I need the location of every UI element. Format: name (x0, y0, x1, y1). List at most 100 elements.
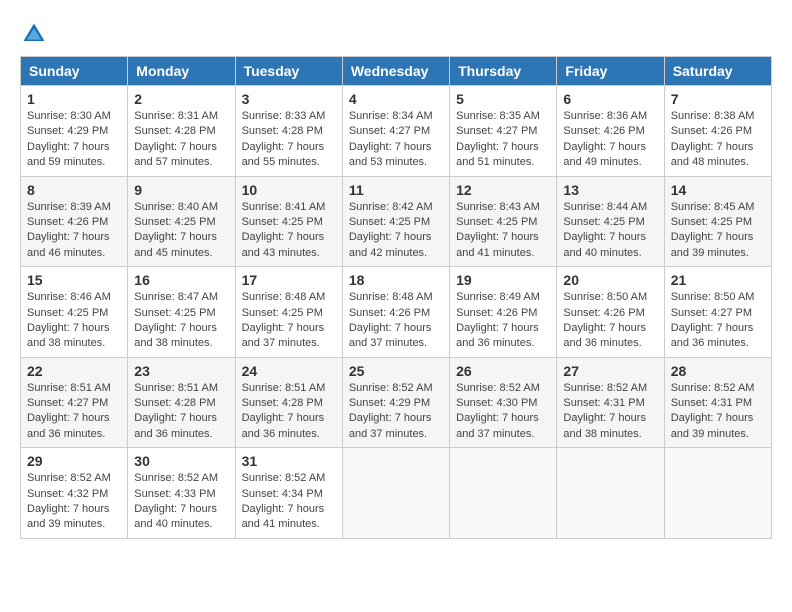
table-row: 16 Sunrise: 8:47 AMSunset: 4:25 PMDayligh… (128, 267, 235, 358)
day-number: 7 (671, 91, 765, 107)
table-row: 28 Sunrise: 8:52 AMSunset: 4:31 PMDayligh… (664, 357, 771, 448)
table-row: 7 Sunrise: 8:38 AMSunset: 4:26 PMDaylight… (664, 86, 771, 177)
day-number: 21 (671, 272, 765, 288)
day-number: 11 (349, 182, 443, 198)
table-row: 5 Sunrise: 8:35 AMSunset: 4:27 PMDaylight… (450, 86, 557, 177)
day-header-saturday: Saturday (664, 57, 771, 86)
day-number: 14 (671, 182, 765, 198)
day-number: 3 (242, 91, 336, 107)
logo-icon (20, 20, 48, 48)
table-row: 1Sunrise: 8:30 AMSunset: 4:29 PMDaylight… (21, 86, 128, 177)
calendar-week-row: 15 Sunrise: 8:46 AMSunset: 4:25 PMDayligh… (21, 267, 772, 358)
table-row: 2 Sunrise: 8:31 AMSunset: 4:28 PMDaylight… (128, 86, 235, 177)
calendar-week-row: 29 Sunrise: 8:52 AMSunset: 4:32 PMDayligh… (21, 448, 772, 539)
day-number: 10 (242, 182, 336, 198)
day-info: Sunrise: 8:47 AMSunset: 4:25 PMDaylight:… (134, 290, 228, 352)
table-row: 20 Sunrise: 8:50 AMSunset: 4:26 PMDayligh… (557, 267, 664, 358)
day-number: 16 (134, 272, 228, 288)
table-row: 9Sunrise: 8:40 AMSunset: 4:25 PMDaylight… (128, 176, 235, 267)
calendar: SundayMondayTuesdayWednesdayThursdayFrid… (20, 56, 772, 539)
table-row (450, 448, 557, 539)
day-info: Sunrise: 8:31 AMSunset: 4:28 PMDaylight:… (134, 109, 228, 171)
day-info: Sunrise: 8:52 AMSunset: 4:32 PMDaylight:… (27, 471, 121, 533)
day-header-monday: Monday (128, 57, 235, 86)
day-header-tuesday: Tuesday (235, 57, 342, 86)
day-info: Sunrise: 8:50 AMSunset: 4:26 PMDaylight:… (563, 290, 657, 352)
table-row: 17Sunrise: 8:48 AMSunset: 4:25 PMDayligh… (235, 267, 342, 358)
table-row: 30Sunrise: 8:52 AMSunset: 4:33 PMDayligh… (128, 448, 235, 539)
table-row: 14Sunrise: 8:45 AMSunset: 4:25 PMDayligh… (664, 176, 771, 267)
day-info: Sunrise: 8:43 AMSunset: 4:25 PMDaylight:… (456, 200, 550, 262)
table-row: 11 Sunrise: 8:42 AMSunset: 4:25 PMDayligh… (342, 176, 449, 267)
day-info: Sunrise: 8:51 AMSunset: 4:28 PMDaylight:… (242, 381, 336, 443)
day-info: Sunrise: 8:44 AMSunset: 4:25 PMDaylight:… (563, 200, 657, 262)
day-number: 13 (563, 182, 657, 198)
day-info: Sunrise: 8:41 AMSunset: 4:25 PMDaylight:… (242, 200, 336, 262)
day-number: 1 (27, 91, 121, 107)
table-row: 15 Sunrise: 8:46 AMSunset: 4:25 PMDayligh… (21, 267, 128, 358)
day-header-friday: Friday (557, 57, 664, 86)
day-number: 15 (27, 272, 121, 288)
day-number: 26 (456, 363, 550, 379)
day-number: 22 (27, 363, 121, 379)
table-row: 12 Sunrise: 8:43 AMSunset: 4:25 PMDayligh… (450, 176, 557, 267)
table-row: 18Sunrise: 8:48 AMSunset: 4:26 PMDayligh… (342, 267, 449, 358)
day-number: 28 (671, 363, 765, 379)
table-row: 6 Sunrise: 8:36 AMSunset: 4:26 PMDaylight… (557, 86, 664, 177)
calendar-week-row: 1Sunrise: 8:30 AMSunset: 4:29 PMDaylight… (21, 86, 772, 177)
day-info: Sunrise: 8:51 AMSunset: 4:27 PMDaylight:… (27, 381, 121, 443)
table-row: 3 Sunrise: 8:33 AMSunset: 4:28 PMDaylight… (235, 86, 342, 177)
table-row: 25 Sunrise: 8:52 AMSunset: 4:29 PMDayligh… (342, 357, 449, 448)
day-info: Sunrise: 8:52 AMSunset: 4:30 PMDaylight:… (456, 381, 550, 443)
day-info: Sunrise: 8:52 AMSunset: 4:31 PMDaylight:… (671, 381, 765, 443)
day-number: 2 (134, 91, 228, 107)
day-number: 20 (563, 272, 657, 288)
header (20, 20, 772, 48)
table-row (664, 448, 771, 539)
table-row: 26 Sunrise: 8:52 AMSunset: 4:30 PMDayligh… (450, 357, 557, 448)
day-header-sunday: Sunday (21, 57, 128, 86)
table-row: 22 Sunrise: 8:51 AMSunset: 4:27 PMDayligh… (21, 357, 128, 448)
day-number: 4 (349, 91, 443, 107)
logo (20, 20, 52, 48)
day-info: Sunrise: 8:52 AMSunset: 4:34 PMDaylight:… (242, 471, 336, 533)
day-info: Sunrise: 8:50 AMSunset: 4:27 PMDaylight:… (671, 290, 765, 352)
day-number: 12 (456, 182, 550, 198)
day-number: 27 (563, 363, 657, 379)
day-info: Sunrise: 8:51 AMSunset: 4:28 PMDaylight:… (134, 381, 228, 443)
day-info: Sunrise: 8:36 AMSunset: 4:26 PMDaylight:… (563, 109, 657, 171)
table-row: 13 Sunrise: 8:44 AMSunset: 4:25 PMDayligh… (557, 176, 664, 267)
day-number: 6 (563, 91, 657, 107)
table-row: 19 Sunrise: 8:49 AMSunset: 4:26 PMDayligh… (450, 267, 557, 358)
day-number: 23 (134, 363, 228, 379)
day-number: 24 (242, 363, 336, 379)
table-row: 10 Sunrise: 8:41 AMSunset: 4:25 PMDayligh… (235, 176, 342, 267)
table-row: 27 Sunrise: 8:52 AMSunset: 4:31 PMDayligh… (557, 357, 664, 448)
calendar-week-row: 8 Sunrise: 8:39 AMSunset: 4:26 PMDaylight… (21, 176, 772, 267)
table-row (557, 448, 664, 539)
day-info: Sunrise: 8:49 AMSunset: 4:26 PMDaylight:… (456, 290, 550, 352)
day-number: 17 (242, 272, 336, 288)
day-info: Sunrise: 8:33 AMSunset: 4:28 PMDaylight:… (242, 109, 336, 171)
day-info: Sunrise: 8:52 AMSunset: 4:31 PMDaylight:… (563, 381, 657, 443)
day-number: 31 (242, 453, 336, 469)
day-number: 8 (27, 182, 121, 198)
table-row: 4 Sunrise: 8:34 AMSunset: 4:27 PMDaylight… (342, 86, 449, 177)
day-info: Sunrise: 8:38 AMSunset: 4:26 PMDaylight:… (671, 109, 765, 171)
table-row: 23 Sunrise: 8:51 AMSunset: 4:28 PMDayligh… (128, 357, 235, 448)
day-number: 5 (456, 91, 550, 107)
table-row (342, 448, 449, 539)
calendar-week-row: 22 Sunrise: 8:51 AMSunset: 4:27 PMDayligh… (21, 357, 772, 448)
day-number: 29 (27, 453, 121, 469)
day-info: Sunrise: 8:34 AMSunset: 4:27 PMDaylight:… (349, 109, 443, 171)
calendar-header-row: SundayMondayTuesdayWednesdayThursdayFrid… (21, 57, 772, 86)
day-info: Sunrise: 8:35 AMSunset: 4:27 PMDaylight:… (456, 109, 550, 171)
day-number: 25 (349, 363, 443, 379)
day-info: Sunrise: 8:46 AMSunset: 4:25 PMDaylight:… (27, 290, 121, 352)
day-info: Sunrise: 8:39 AMSunset: 4:26 PMDaylight:… (27, 200, 121, 262)
day-info: Sunrise: 8:52 AMSunset: 4:29 PMDaylight:… (349, 381, 443, 443)
table-row: 21 Sunrise: 8:50 AMSunset: 4:27 PMDayligh… (664, 267, 771, 358)
day-number: 19 (456, 272, 550, 288)
day-info: Sunrise: 8:42 AMSunset: 4:25 PMDaylight:… (349, 200, 443, 262)
table-row: 31 Sunrise: 8:52 AMSunset: 4:34 PMDayligh… (235, 448, 342, 539)
